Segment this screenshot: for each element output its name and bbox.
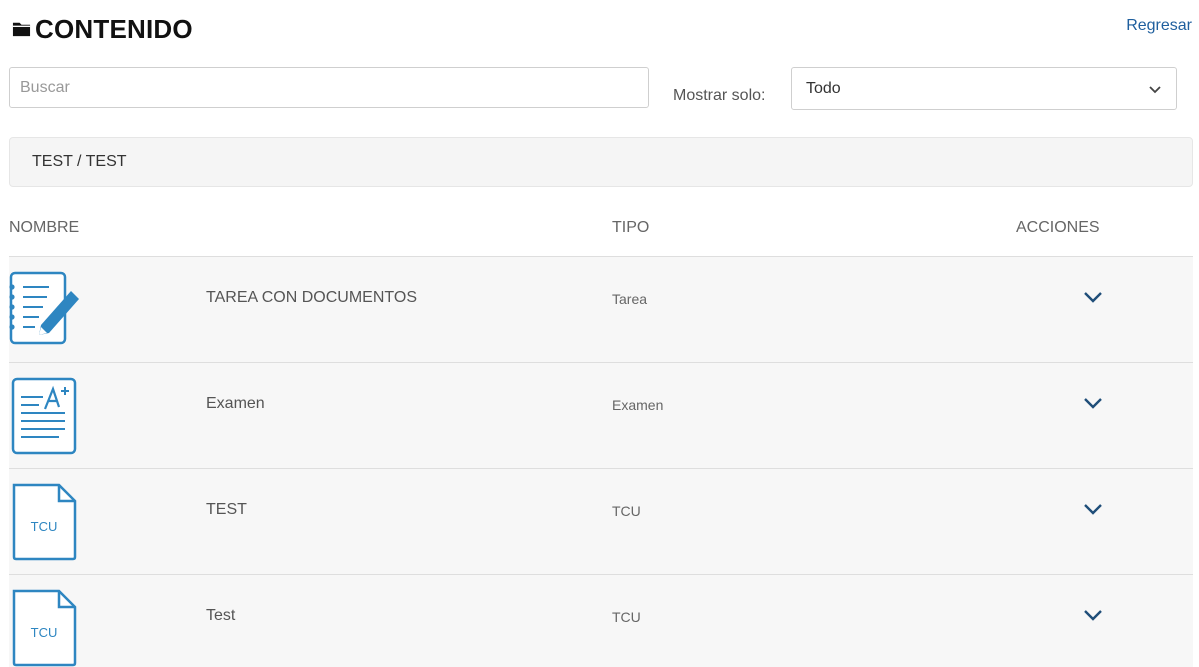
row-type: TCU xyxy=(612,609,641,625)
table-row: TCU TEST TCU xyxy=(9,469,1193,575)
filter-value: Todo xyxy=(806,79,841,97)
page-title: CONTENIDO xyxy=(35,14,193,44)
row-type: Tarea xyxy=(612,291,648,307)
exam-icon xyxy=(11,377,77,455)
filter-select[interactable]: Todo xyxy=(791,67,1177,110)
chevron-down-icon xyxy=(1149,85,1161,93)
row-name[interactable]: TEST xyxy=(206,501,247,519)
search-input[interactable] xyxy=(9,67,649,108)
page-header: CONTENIDO Regresar xyxy=(12,14,1192,48)
tcu-icon-label: TCU xyxy=(31,519,58,534)
content-table: NOMBRE TIPO ACCIONES TAREA CON DOCUMENTO… xyxy=(9,207,1193,667)
folder-icon xyxy=(12,22,31,37)
tcu-file-icon: TCU xyxy=(12,483,77,561)
tcu-icon-label: TCU xyxy=(31,625,58,640)
table-header: NOMBRE TIPO ACCIONES xyxy=(9,207,1193,257)
row-name[interactable]: TAREA CON DOCUMENTOS xyxy=(206,289,417,307)
row-name[interactable]: Examen xyxy=(206,395,265,413)
tcu-file-icon: TCU xyxy=(12,589,77,667)
breadcrumb: TEST / TEST xyxy=(9,137,1193,187)
back-link[interactable]: Regresar xyxy=(1126,17,1192,35)
title-wrap: CONTENIDO xyxy=(12,14,193,45)
actions-chevron-down-icon[interactable] xyxy=(1082,607,1104,623)
table-row: TAREA CON DOCUMENTOS Tarea xyxy=(9,257,1193,363)
row-type: Examen xyxy=(612,397,664,413)
actions-chevron-down-icon[interactable] xyxy=(1082,395,1104,411)
table-row: TCU Test TCU xyxy=(9,575,1193,667)
row-name[interactable]: Test xyxy=(206,607,235,625)
actions-chevron-down-icon[interactable] xyxy=(1082,289,1104,305)
assignment-icon xyxy=(9,271,79,345)
row-type: TCU xyxy=(612,503,641,519)
filter-label: Mostrar solo: xyxy=(673,87,766,104)
column-header-type: TIPO xyxy=(612,219,650,236)
column-header-name: NOMBRE xyxy=(9,219,80,236)
column-header-actions: ACCIONES xyxy=(1016,219,1100,236)
actions-chevron-down-icon[interactable] xyxy=(1082,501,1104,517)
table-row: Examen Examen xyxy=(9,363,1193,469)
